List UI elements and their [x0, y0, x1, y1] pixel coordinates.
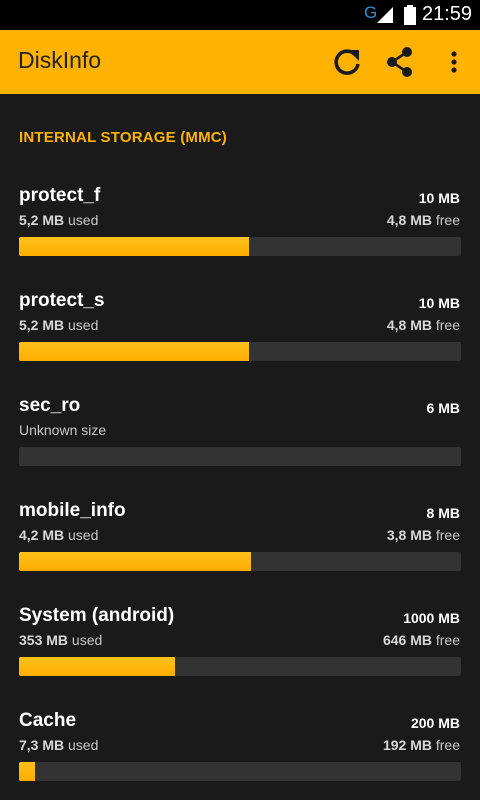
- partition-used: 353 MB used: [19, 632, 102, 648]
- partition-total: 6 MB: [426, 400, 460, 416]
- partition-total: 200 MB: [410, 715, 460, 731]
- used-suffix: used: [64, 737, 99, 753]
- partition-free: 192 MB free: [383, 737, 460, 753]
- partition-free: 646 MB free: [383, 632, 460, 648]
- used-suffix: used: [68, 632, 103, 648]
- status-clock: 21:59: [422, 3, 473, 25]
- partition-name: mobile_info: [19, 500, 126, 521]
- share-button[interactable]: [380, 42, 420, 82]
- used-value: 4,2 MB: [19, 527, 65, 543]
- free-value: 4,8 MB: [386, 317, 432, 333]
- partition-row[interactable]: protect_s 10 MB 5,2 MB used 4,8 MB free: [0, 290, 480, 395]
- used-value: 5,2 MB: [19, 212, 65, 228]
- partition-row[interactable]: sec_ro 6 MB Unknown size: [0, 395, 480, 500]
- signal-icon: [377, 7, 393, 23]
- partition-row[interactable]: protect_f 10 MB 5,2 MB used 4,8 MB free: [0, 185, 480, 290]
- partition-used: 5,2 MB used: [19, 317, 98, 333]
- usage-bar: [19, 657, 461, 676]
- partition-name: System (android): [19, 605, 175, 626]
- partition-used: Unknown size: [19, 422, 106, 438]
- partition-row[interactable]: mobile_info 8 MB 4,2 MB used 3,8 MB free: [0, 500, 480, 605]
- partition-name: protect_f: [19, 185, 101, 206]
- partition-total: 10 MB: [418, 190, 460, 206]
- section-header-internal-storage: INTERNAL STORAGE (MMC): [19, 129, 228, 146]
- usage-bar-fill: [19, 657, 176, 676]
- used-value: 353 MB: [19, 632, 69, 648]
- more-options-button[interactable]: [434, 42, 474, 82]
- partition-total: 1000 MB: [403, 610, 460, 626]
- usage-bar: [19, 552, 461, 571]
- partition-free: 4,8 MB free: [387, 317, 460, 333]
- partition-row[interactable]: Cache 200 MB 7,3 MB used 192 MB free: [0, 710, 480, 800]
- free-value: 3,8 MB: [386, 527, 432, 543]
- usage-bar-fill: [19, 552, 252, 571]
- partition-row[interactable]: System (android) 1000 MB 353 MB used 646…: [0, 605, 480, 710]
- free-value: 192 MB: [382, 737, 432, 753]
- free-suffix: free: [431, 317, 460, 333]
- used-value: 7,3 MB: [19, 737, 65, 753]
- unknown-size-label: Unknown size: [19, 422, 107, 438]
- free-value: 4,8 MB: [386, 212, 432, 228]
- free-suffix: free: [431, 737, 460, 753]
- used-suffix: used: [64, 212, 99, 228]
- partition-total: 10 MB: [418, 295, 460, 311]
- partition-free: 4,8 MB free: [387, 212, 460, 228]
- refresh-button[interactable]: [327, 42, 367, 82]
- used-suffix: used: [64, 317, 99, 333]
- partition-free: 3,8 MB free: [387, 527, 460, 543]
- used-value: 5,2 MB: [19, 317, 65, 333]
- share-icon: [387, 47, 412, 77]
- partition-total: 8 MB: [426, 505, 460, 521]
- free-value: 646 MB: [382, 632, 432, 648]
- usage-bar-fill: [19, 342, 249, 361]
- battery-icon: [404, 5, 416, 25]
- usage-bar: [19, 342, 461, 361]
- used-suffix: used: [64, 527, 99, 543]
- partition-name: protect_s: [19, 290, 105, 311]
- app-bar: DiskInfo: [0, 30, 480, 94]
- usage-bar-fill: [19, 762, 36, 781]
- free-suffix: free: [431, 527, 460, 543]
- usage-bar: [19, 447, 461, 466]
- free-suffix: free: [431, 632, 460, 648]
- free-suffix: free: [431, 212, 460, 228]
- partition-name: Cache: [19, 710, 77, 731]
- partition-used: 4,2 MB used: [19, 527, 98, 543]
- partition-used: 5,2 MB used: [19, 212, 98, 228]
- usage-bar-fill: [19, 237, 249, 256]
- status-bar: G 21:59: [0, 0, 480, 30]
- usage-bar: [19, 762, 461, 781]
- partition-name: sec_ro: [19, 395, 81, 416]
- refresh-icon: [334, 49, 360, 75]
- app-title: DiskInfo: [18, 47, 102, 73]
- partition-used: 7,3 MB used: [19, 737, 98, 753]
- network-type: G: [364, 3, 378, 22]
- usage-bar: [19, 237, 461, 256]
- more-vert-icon: [451, 51, 457, 73]
